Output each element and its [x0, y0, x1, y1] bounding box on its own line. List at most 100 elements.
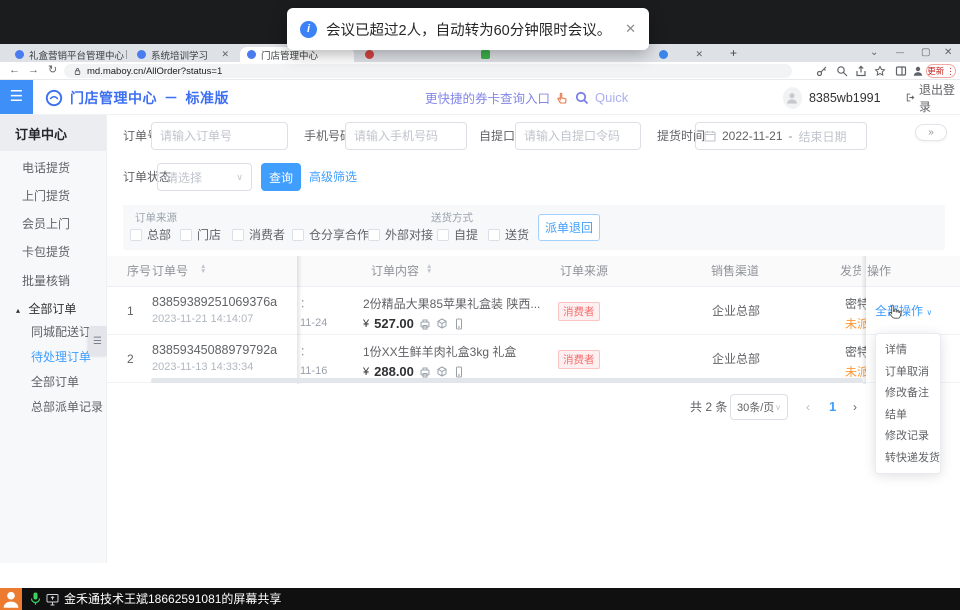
phone-input[interactable] — [345, 122, 467, 150]
browser-update-button[interactable]: 更新 ⋮ — [926, 64, 956, 78]
browser-tab-1[interactable]: 礼盒营销平台管理中心 ✕ — [8, 47, 124, 62]
zoom-icon[interactable] — [836, 65, 848, 77]
currency-symbol: ¥ — [363, 366, 369, 378]
checkbox-external[interactable]: 外部对接 — [368, 226, 433, 243]
checkbox-box[interactable] — [292, 229, 304, 241]
order-status-select[interactable]: 请选择 ∨ — [157, 163, 252, 191]
phone-device-icon[interactable] — [453, 366, 465, 378]
toast-close-icon[interactable]: ✕ — [625, 21, 636, 37]
sidebar-item-member-visit[interactable]: 会员上门 — [0, 210, 107, 238]
profile-avatar-icon[interactable] — [912, 65, 924, 77]
sidebar-item-card-pickup[interactable]: 卡包提货 — [0, 238, 107, 266]
package-icon[interactable] — [436, 366, 448, 378]
checkbox-box[interactable] — [180, 229, 192, 241]
checkbox-self-pickup[interactable]: 自提 — [437, 226, 478, 243]
back-icon[interactable]: ← — [9, 62, 20, 80]
checkbox-box[interactable] — [437, 229, 449, 241]
sidebar-group-all-orders[interactable]: ▴ 全部订单 — [0, 295, 107, 323]
toast-message: 会议已超过2人，自动转为60分钟限时会议。 — [326, 19, 611, 40]
col-order-no[interactable]: 订单号 — [152, 256, 188, 287]
sidepanel-icon[interactable] — [895, 65, 907, 77]
window-maximize-button[interactable]: ▢ — [921, 44, 930, 62]
checkbox-box[interactable] — [368, 229, 380, 241]
checkbox-warehouse[interactable]: 仓分享合作 — [292, 226, 369, 243]
browser-toolbar: ← → ↻ md.maboy.cn/AllOrder?status=1 更新 ⋮ — [0, 62, 960, 80]
order-no-cell: 83859345088979792a 2023-11-13 14:33:34 — [152, 343, 277, 391]
advanced-filter-link[interactable]: 高级筛选 — [309, 163, 357, 191]
menu-item-express-ship[interactable]: 转快递发货 — [876, 448, 940, 470]
dispatch-return-button[interactable]: 派单退回 — [538, 214, 600, 241]
new-tab-button[interactable]: + — [730, 46, 737, 60]
checkbox-delivery[interactable]: 送货 — [488, 226, 529, 243]
logout-button[interactable]: 退出登录 — [906, 81, 960, 115]
checkbox-store[interactable]: 门店 — [180, 226, 221, 243]
col-content[interactable]: 订单内容 — [371, 256, 419, 287]
logout-icon — [906, 92, 915, 103]
tab-close-icon[interactable]: ✕ — [221, 49, 229, 60]
filter-collapse-button[interactable]: » — [915, 124, 947, 141]
share-icon[interactable] — [855, 65, 867, 77]
page-number-current[interactable]: 1 — [829, 394, 836, 420]
sort-icon[interactable]: ▲▼ — [426, 265, 432, 274]
checkbox-consumer[interactable]: 消费者 — [232, 226, 285, 243]
printer-icon[interactable] — [419, 366, 431, 378]
sidebar-toggle-button[interactable]: ☰ — [0, 80, 33, 114]
printer-icon[interactable] — [419, 318, 431, 330]
checkbox-hq[interactable]: 总部 — [130, 226, 171, 243]
browser-tab-6[interactable]: ✕ — [652, 47, 710, 62]
group-collapse-icon: ▴ — [16, 306, 20, 315]
browser-tab-2[interactable]: 系统培训学习 ✕ — [130, 47, 236, 62]
order-no-input[interactable] — [151, 122, 288, 150]
kebab-menu-icon[interactable]: ⋮ — [946, 66, 955, 77]
price-row: ¥ 527.00 — [363, 316, 563, 331]
horizontal-scrollbar-thumb[interactable] — [151, 378, 863, 383]
col-source: 订单来源 — [560, 256, 608, 287]
page-prev-button[interactable]: ‹ — [806, 394, 810, 420]
table-row: 1 83859389251069376a 2023-11-21 14:14:07… — [107, 287, 960, 335]
search-button[interactable]: 查询 — [261, 163, 301, 191]
date-range-picker[interactable]: 2022-11-21 - 结束日期 — [695, 122, 867, 150]
order-no: 83859345088979792a — [152, 343, 277, 357]
tab-favicon — [137, 50, 146, 59]
reload-icon[interactable]: ↻ — [48, 62, 57, 80]
tab-search-chevron[interactable]: ⌄ — [870, 44, 878, 62]
phone-device-icon[interactable] — [453, 318, 465, 330]
sidebar-collapse-handle[interactable]: ☰ — [88, 326, 107, 356]
bookmark-star-icon[interactable] — [874, 65, 886, 77]
sidebar-sub-hq-dispatch-log[interactable]: 总部派单记录 — [0, 395, 107, 420]
sidebar-sub-all-orders[interactable]: 全部订单 — [0, 370, 107, 395]
checkbox-box[interactable] — [488, 229, 500, 241]
quick-label[interactable]: Quick — [595, 90, 628, 105]
checkbox-box[interactable] — [232, 229, 244, 241]
pickup-code-input[interactable] — [515, 122, 641, 150]
sidebar-item-batch-verify[interactable]: 批量核销 — [0, 267, 107, 295]
window-close-button[interactable]: ✕ — [944, 44, 952, 62]
brand: 门店管理中心 － 标准版 — [45, 80, 229, 115]
key-icon[interactable] — [816, 65, 828, 77]
promo-area: 更快捷的券卡查询入口 Quick — [425, 80, 628, 115]
menu-item-edit-history[interactable]: 修改记录 — [876, 426, 940, 448]
page-next-button[interactable]: › — [853, 394, 857, 420]
user-avatar[interactable] — [783, 87, 802, 109]
menu-item-cancel-order[interactable]: 订单取消 — [876, 362, 940, 384]
sort-icon[interactable]: ▲▼ — [200, 265, 206, 274]
window-minimize-button[interactable]: — — [896, 44, 904, 62]
package-icon[interactable] — [436, 318, 448, 330]
tab-close-icon[interactable]: ✕ — [695, 49, 703, 60]
fixed-column-shadow-right — [861, 256, 866, 384]
menu-item-close-order[interactable]: 结单 — [876, 405, 940, 427]
promo-link[interactable]: 更快捷的券卡查询入口 — [425, 88, 550, 107]
address-bar[interactable]: md.maboy.cn/AllOrder?status=1 — [64, 64, 792, 78]
sidebar-item-door-pickup[interactable]: 上门提货 — [0, 182, 107, 210]
page-size-select[interactable]: 30条/页 ∨ — [730, 394, 788, 420]
menu-item-details[interactable]: 详情 — [876, 340, 940, 362]
sidebar-item-phone-pickup[interactable]: 电话提货 — [0, 154, 107, 182]
checkbox-box[interactable] — [130, 229, 142, 241]
row-index: 1 — [127, 287, 134, 335]
menu-item-edit-remark[interactable]: 修改备注 — [876, 383, 940, 405]
forward-icon[interactable]: → — [28, 62, 39, 80]
quick-search-icon[interactable] — [575, 91, 589, 105]
checkbox-label: 仓分享合作 — [309, 226, 369, 243]
username: 8385wb1991 — [809, 91, 881, 105]
sidebar: 订单中心 电话提货 上门提货 会员上门 卡包提货 批量核销 ▴ 全部订单 同城配… — [0, 115, 107, 563]
